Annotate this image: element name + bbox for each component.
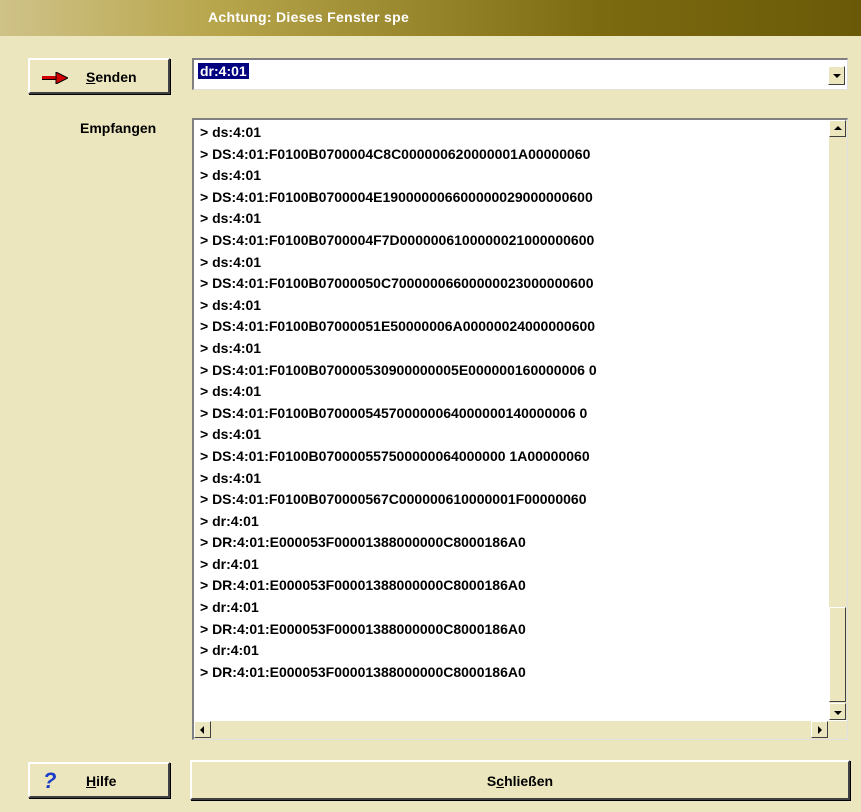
log-line: > DR:4:01:E000053F00001388000000C8000186… (200, 577, 526, 594)
log-lines: > ds:4:01 > DS:4:01:F0100B0700004C8C00000… (200, 122, 597, 683)
help-label-rest: ilfe (96, 773, 117, 789)
log-line: > DS:4:01:F0100B070000557500000064000000… (200, 447, 590, 464)
log-line: > ds:4:01 (200, 339, 262, 356)
scrollbar-corner (829, 721, 847, 739)
receive-label: Empfangen (80, 120, 157, 136)
combo-dropdown-button[interactable] (828, 66, 845, 85)
log-line: > ds:4:01 (200, 124, 262, 140)
log-line: > ds:4:01 (200, 426, 262, 443)
question-mark-icon: ? (43, 768, 57, 793)
log-line: > ds:4:01 (200, 253, 262, 270)
vertical-scroll-thumb[interactable] (829, 607, 846, 702)
chevron-up-icon (834, 126, 842, 130)
window-title: Achtung: Dieses Fenster spe (208, 9, 410, 25)
close-label-rest: hließen (504, 773, 554, 789)
log-line: > DR:4:01:E000053F00001388000000C8000186… (200, 620, 526, 637)
log-line: > DS:4:01:F0100B0700004E1900000066000000… (200, 188, 593, 205)
send-button-label: Senden (86, 69, 137, 85)
receive-log[interactable]: > ds:4:01 > DS:4:01:F0100B0700004C8C00000… (192, 118, 848, 740)
chevron-right-icon (818, 726, 822, 734)
log-line: > ds:4:01 (200, 167, 262, 184)
log-line: > DS:4:01:F0100B07000050C700000066000000… (200, 275, 594, 292)
send-label-rest: enden (95, 69, 137, 85)
log-line: > DS:4:01:F0100B070000545700000064000000… (200, 404, 588, 421)
log-line: > ds:4:01 (200, 469, 262, 486)
close-button[interactable]: Schließen (190, 760, 850, 800)
scroll-right-button[interactable] (811, 721, 828, 738)
chevron-down-icon (833, 74, 841, 78)
log-line: > DS:4:01:F0100B070000567C00000061000000… (200, 491, 587, 508)
log-line: > DS:4:01:F0100B070000530900000005E00000… (200, 361, 597, 378)
horizontal-scrollbar[interactable] (194, 721, 829, 739)
vertical-scrollbar[interactable] (829, 120, 847, 720)
log-line: > DS:4:01:F0100B0700004C8C00000062000000… (200, 145, 591, 162)
help-button-label: Hilfe (86, 773, 116, 789)
log-line: > dr:4:01 (200, 599, 259, 616)
log-line: > DS:4:01:F0100B0700004F7D00000061000000… (200, 231, 595, 248)
chevron-left-icon (200, 726, 204, 734)
chevron-down-icon (834, 711, 842, 715)
help-button[interactable]: ? Hilfe (28, 762, 170, 798)
title-bar: Achtung: Dieses Fenster spe (0, 0, 861, 36)
help-mnemonic: H (86, 773, 97, 789)
log-line: > dr:4:01 (200, 555, 259, 572)
log-line: > ds:4:01 (200, 210, 262, 227)
scroll-left-button[interactable] (194, 721, 211, 738)
log-line: > DR:4:01:E000053F00001388000000C8000186… (200, 534, 526, 551)
log-line: > ds:4:01 (200, 383, 262, 400)
send-mnemonic: S (86, 69, 96, 85)
log-line: > ds:4:01 (200, 296, 262, 313)
log-line: > DS:4:01:F0100B07000051E50000006A000000… (200, 318, 596, 335)
close-button-label: Schließen (192, 773, 848, 789)
scroll-down-button[interactable] (829, 703, 846, 720)
close-label-pre: S (486, 773, 497, 789)
close-mnemonic: c (496, 773, 505, 789)
scroll-up-button[interactable] (829, 120, 846, 137)
command-combobox[interactable]: dr:4:01 (192, 58, 848, 90)
send-button[interactable]: Senden (28, 58, 170, 94)
command-input[interactable]: dr:4:01 (198, 63, 249, 79)
log-line: > dr:4:01 (200, 642, 259, 659)
log-line: > dr:4:01 (200, 512, 259, 529)
log-line: > DR:4:01:E000053F00001388000000C8000186… (200, 663, 526, 680)
red-arrow-right-icon (42, 72, 68, 84)
